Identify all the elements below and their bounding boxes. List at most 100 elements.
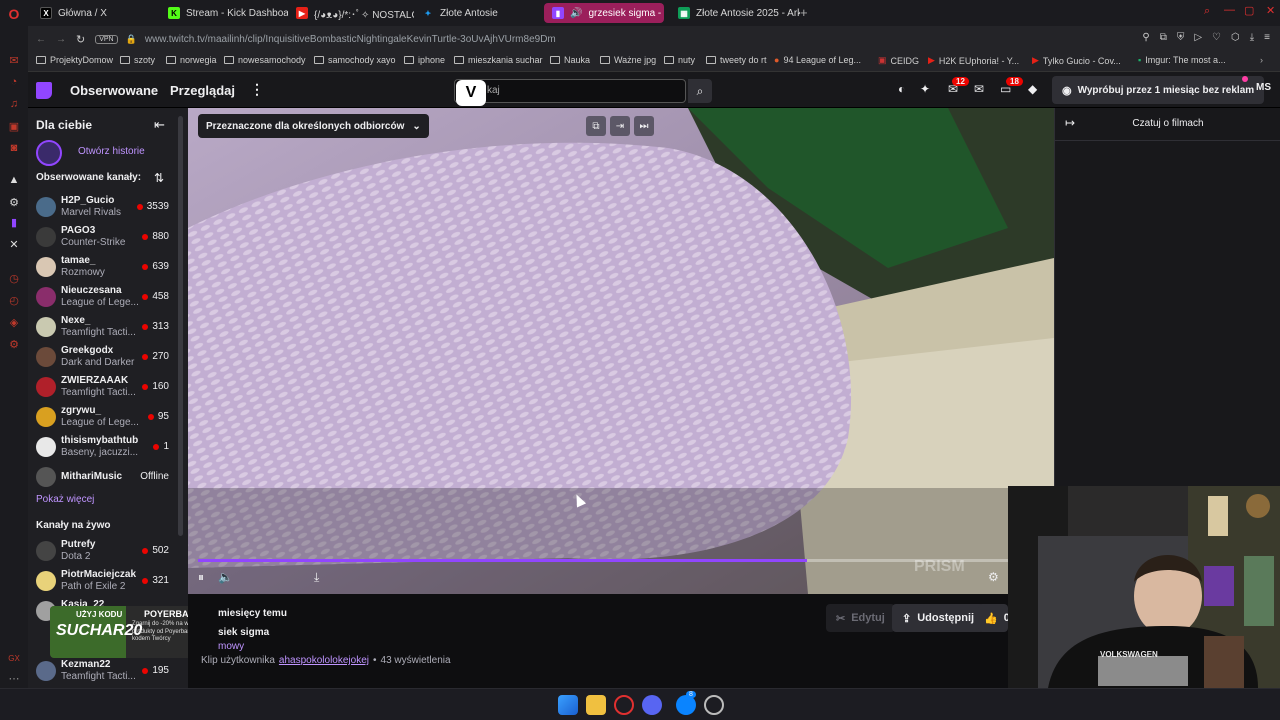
skip-icon[interactable]: ⏭ bbox=[634, 116, 654, 136]
stories-avatar[interactable] bbox=[36, 140, 62, 166]
live-channel-item[interactable]: Kezman22 Teamfight Tacti... 195 bbox=[28, 656, 183, 686]
tab-zlote-antosie[interactable]: ✦ Złote Antosie bbox=[414, 3, 540, 23]
bookmark-item[interactable]: Ważne jpg bbox=[600, 55, 656, 65]
tab-twitch-active[interactable]: ▮ 🔊 grzesiek sigma - Twi bbox=[544, 3, 664, 23]
like-button[interactable]: 👍 0 bbox=[978, 604, 1010, 632]
bookmark-item[interactable]: ● 94 League of Leg... bbox=[774, 55, 861, 65]
url-field[interactable]: www.twitch.tv/maailinh/clip/InquisitiveB… bbox=[145, 34, 556, 45]
discord-icon[interactable] bbox=[642, 695, 662, 715]
search-icon[interactable]: ⌕ bbox=[688, 79, 712, 103]
bookmark-item[interactable]: mieszkania suchar bbox=[454, 55, 543, 65]
back-icon[interactable]: ← bbox=[36, 34, 46, 45]
file-explorer-icon[interactable] bbox=[586, 695, 606, 715]
audience-dropdown[interactable]: Przeznaczone dla określonych odbiorców ⌄ bbox=[198, 114, 429, 138]
volume-icon[interactable]: 🔈 bbox=[218, 570, 233, 584]
twitch-logo-icon[interactable] bbox=[36, 82, 52, 99]
bookmark-item[interactable]: ▶ Tylko Gucio - Cov... bbox=[1032, 55, 1121, 66]
shield-icon[interactable]: ⛨ bbox=[1177, 32, 1185, 43]
sidebar-instagram-icon[interactable]: ◙ bbox=[6, 140, 22, 156]
bookmarks-more-icon[interactable]: › bbox=[1260, 55, 1263, 65]
nav-followed[interactable]: Obserwowane bbox=[70, 83, 158, 98]
sidebar-aria-icon[interactable]: ▲ bbox=[6, 172, 22, 188]
bookmark-item[interactable]: ▪ Imgur: The most a... bbox=[1138, 55, 1226, 65]
windows-start-icon[interactable] bbox=[558, 695, 578, 715]
sidebar-twitch-icon[interactable]: ▮ bbox=[6, 214, 22, 230]
tab-x[interactable]: X Główna / X bbox=[32, 3, 160, 23]
maximize-button[interactable]: ▢ bbox=[1244, 4, 1254, 17]
lock-icon[interactable]: 🔒 bbox=[126, 34, 137, 45]
sidebar-gx-icon[interactable]: GX bbox=[6, 650, 22, 666]
prime-trial-button[interactable]: ◉ Wypróbuj przez 1 miesiąc bez reklam bbox=[1052, 76, 1265, 104]
video-player[interactable]: Przeznaczone dla określonych odbiorców ⌄… bbox=[188, 108, 1054, 594]
download-icon[interactable]: ⤓ bbox=[314, 570, 319, 585]
avatar[interactable]: MS bbox=[1256, 82, 1271, 93]
extensions-icon[interactable]: ⬡ bbox=[1231, 32, 1240, 43]
sidebar-chat-icon[interactable]: ▣ bbox=[6, 118, 22, 134]
channel-item-offline[interactable]: MithariMusic Offline bbox=[28, 462, 183, 492]
close-window-button[interactable]: ✕ bbox=[1266, 4, 1275, 17]
minimize-button[interactable]: — bbox=[1224, 4, 1235, 16]
bookmark-item[interactable]: tweety do rt bbox=[706, 55, 767, 65]
new-tab-button[interactable]: + bbox=[800, 5, 808, 20]
tab-sheets[interactable]: ▦ Złote Antosie 2025 - Arku bbox=[670, 3, 800, 23]
obs-icon[interactable] bbox=[704, 695, 724, 715]
channel-item[interactable]: H2P_Gucio Marvel Rivals 3539 bbox=[28, 192, 183, 222]
diamond-icon[interactable]: ◆ bbox=[1028, 82, 1037, 96]
channel-item[interactable]: Greekgodx Dark and Darker 270 bbox=[28, 342, 183, 372]
live-channel-item[interactable]: Putrefy Dota 2 502 bbox=[28, 536, 183, 566]
bookmark-item[interactable]: ▶ H2K EUphoria! - Y... bbox=[928, 55, 1019, 66]
prime-loot-icon[interactable]: ◐ bbox=[898, 82, 905, 96]
messenger-icon[interactable] bbox=[676, 695, 696, 715]
bookmark-item[interactable]: ProjektyDomow bbox=[36, 55, 113, 65]
sidebar-history-icon[interactable]: ◷ bbox=[6, 270, 22, 286]
channel-item[interactable]: Nexe_ Teamfight Tacti... 313 bbox=[28, 312, 183, 342]
bookmark-item[interactable]: Nauka bbox=[550, 55, 590, 65]
vpn-badge[interactable]: VPN bbox=[95, 34, 118, 44]
nav-browse[interactable]: Przeglądaj bbox=[170, 83, 235, 98]
bookmark-item[interactable]: szoty bbox=[120, 55, 155, 65]
settings-icon[interactable]: ⚙ bbox=[988, 570, 999, 584]
downloads-icon[interactable]: ⤓ bbox=[1250, 32, 1254, 43]
channel-item[interactable]: zgrywu_ League of Lege... 95 bbox=[28, 402, 183, 432]
clip-author-link[interactable]: ahaspokololokejokej bbox=[279, 655, 369, 666]
sidebar-more-icon[interactable]: ⋯ bbox=[6, 670, 22, 686]
collapse-sidebar-icon[interactable]: ⇤ bbox=[154, 117, 165, 133]
channel-item[interactable]: ZWIERZAAAK Teamfight Tacti... 160 bbox=[28, 372, 183, 402]
channel-item[interactable]: thisismybathtub Baseny, jacuzzi... 1 bbox=[28, 432, 183, 462]
clip-category[interactable]: mowy bbox=[218, 641, 244, 652]
pin-icon[interactable]: ⚲ bbox=[1142, 32, 1149, 43]
sidebar-gear-icon[interactable]: ⚙ bbox=[6, 336, 22, 352]
opera-gx-icon[interactable] bbox=[614, 695, 634, 715]
progress-bar[interactable] bbox=[198, 559, 1044, 562]
bits-icon[interactable]: ✦ bbox=[920, 82, 930, 96]
channel-item[interactable]: tamae_ Rozmowy 639 bbox=[28, 252, 183, 282]
search-tabs-icon[interactable]: ⌕ bbox=[1204, 5, 1210, 18]
play-icon[interactable]: ▷ bbox=[1194, 32, 1202, 43]
enter-icon[interactable]: ⇥ bbox=[610, 116, 630, 136]
sidebar-bookmarks-icon[interactable]: ◈ bbox=[6, 314, 22, 330]
bookmark-item[interactable]: norwegia bbox=[166, 55, 217, 65]
sidebar-x-icon[interactable]: ✕ bbox=[6, 236, 22, 252]
bookmark-item[interactable]: nowesamochody bbox=[224, 55, 306, 65]
bookmark-item[interactable]: samochody xayo bbox=[314, 55, 396, 65]
opera-logo-icon[interactable]: O bbox=[6, 6, 22, 22]
tab-youtube[interactable]: ▶ {/◕ᴥ◕}/*:･ﾟ✧ NOSTALG bbox=[288, 3, 414, 23]
sidebar-music-icon[interactable]: ♫ bbox=[6, 96, 22, 112]
sidebar-scrollbar[interactable] bbox=[178, 116, 183, 536]
channel-item[interactable]: Nieuczesana League of Lege... 458 bbox=[28, 282, 183, 312]
heart-icon[interactable]: ♡ bbox=[1212, 32, 1221, 43]
show-more-link[interactable]: Pokaż więcej bbox=[36, 494, 94, 505]
tab-kick[interactable]: K Stream - Kick Dashboard bbox=[160, 3, 288, 23]
bookmark-item[interactable]: iphone bbox=[404, 55, 445, 65]
reload-icon[interactable]: ↻ bbox=[76, 33, 85, 46]
pause-icon[interactable]: ⏸ bbox=[198, 570, 204, 585]
more-options-icon[interactable]: ⋮ bbox=[250, 81, 264, 98]
share-button[interactable]: ⇪ Udostępnij bbox=[892, 604, 985, 632]
sort-icon[interactable]: ⇅ bbox=[154, 171, 164, 185]
whispers-icon[interactable]: ✉ bbox=[974, 82, 984, 96]
sidebar-whatsapp-icon[interactable]: ◔ bbox=[6, 74, 22, 90]
snapshot-icon[interactable]: ⧉ bbox=[1160, 32, 1167, 43]
sidebar-settings-icon[interactable]: ⚙ bbox=[6, 194, 22, 210]
channel-item[interactable]: PAGO3 Counter-Strike 880 bbox=[28, 222, 183, 252]
bookmark-item[interactable]: nuty bbox=[664, 55, 695, 65]
